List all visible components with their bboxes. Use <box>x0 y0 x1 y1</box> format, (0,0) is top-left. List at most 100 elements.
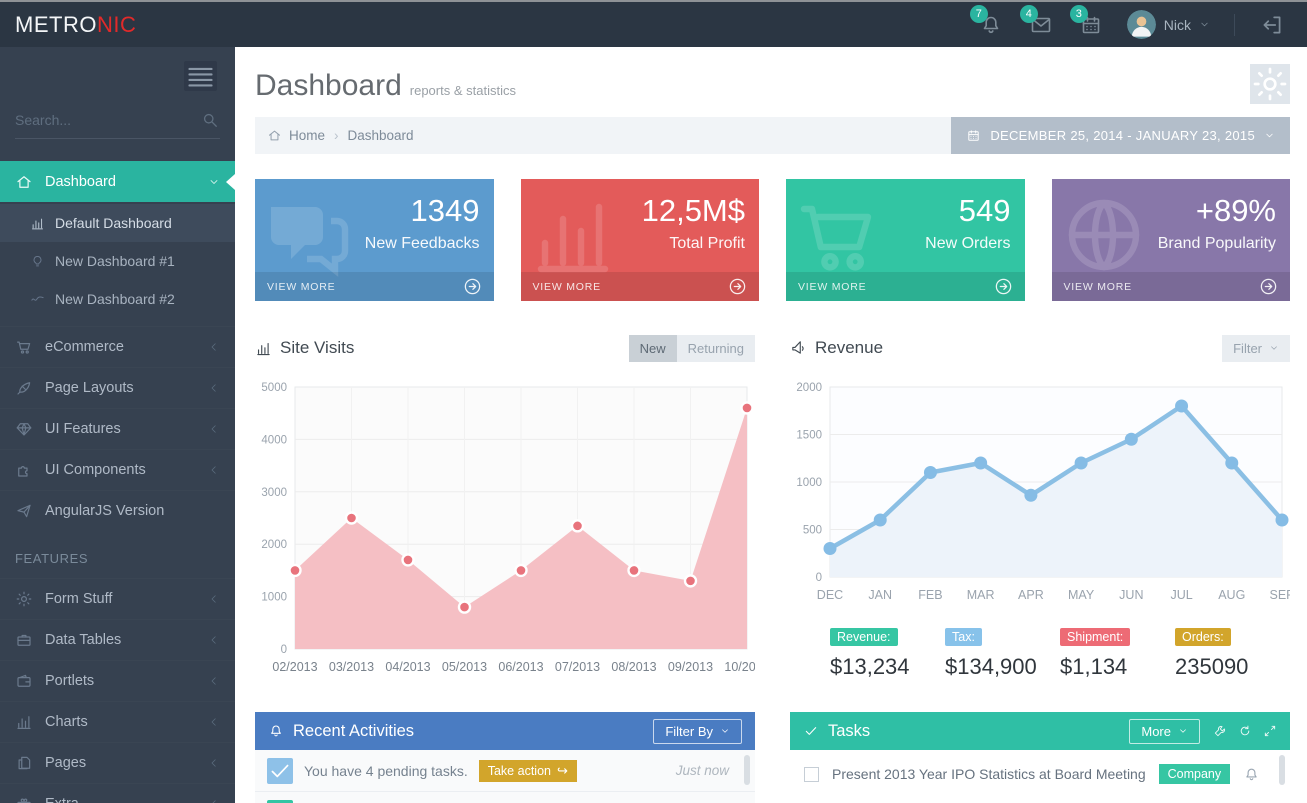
sidebar-toggle-button[interactable] <box>184 61 217 91</box>
stat-tile-total-profit[interactable]: 12,5M$Total ProfitVIEW MORE <box>521 179 760 301</box>
task-category-badge[interactable]: Company <box>1159 764 1231 784</box>
breadcrumb-current: Dashboard <box>348 128 414 143</box>
sidebar-subitem-default-dashboard[interactable]: Default Dashboard <box>0 204 235 242</box>
chevron-down-icon <box>720 726 730 736</box>
sidebar-item-pages[interactable]: Pages <box>0 742 235 783</box>
puzzle-icon <box>15 461 33 479</box>
bell-menu-toggle[interactable]: 7 <box>979 13 1003 37</box>
lightbulb-icon <box>30 254 45 269</box>
sidebar-item-angularjs-version[interactable]: AngularJS Version <box>0 490 235 531</box>
more-button[interactable]: More <box>1129 719 1200 744</box>
take-action-badge[interactable]: Take action↪ <box>479 760 577 782</box>
svg-text:04/2013: 04/2013 <box>385 660 430 674</box>
stat-badge: Orders: <box>1175 628 1231 646</box>
sidebar-item-data-tables[interactable]: Data Tables <box>0 619 235 660</box>
svg-text:MAR: MAR <box>967 588 995 602</box>
arrow-right-circle-icon <box>1259 277 1278 296</box>
activity-row[interactable] <box>255 792 755 803</box>
sidebar-item-portlets[interactable]: Portlets <box>0 660 235 701</box>
filter-by-button[interactable]: Filter By <box>653 719 742 744</box>
user-name: Nick <box>1164 17 1191 33</box>
trend-icon <box>30 292 45 307</box>
tab-returning[interactable]: Returning <box>677 335 755 362</box>
sidebar-item-ui-components[interactable]: UI Components <box>0 449 235 490</box>
page-subtitle: reports & statistics <box>410 83 516 98</box>
calendar-menu-toggle[interactable]: 3 <box>1079 13 1103 37</box>
sidebar-item-extra[interactable]: Extra <box>0 783 235 803</box>
filter-button[interactable]: Filter <box>1222 335 1290 362</box>
svg-text:AUG: AUG <box>1218 588 1245 602</box>
recent-activities-title: Recent Activities <box>293 722 414 741</box>
logo[interactable]: METRONIC <box>0 12 235 38</box>
view-more-link[interactable]: VIEW MORE <box>1052 272 1291 301</box>
task-checkbox[interactable] <box>804 767 819 782</box>
chevron-left-icon <box>208 423 220 435</box>
stat-tile-brand-popularity[interactable]: +89%Brand PopularityVIEW MORE <box>1052 179 1291 301</box>
rocket-icon <box>15 379 33 397</box>
sidebar-item-ecommerce[interactable]: eCommerce <box>0 326 235 367</box>
wrench-icon[interactable] <box>1213 724 1227 738</box>
refresh-icon[interactable] <box>1238 724 1252 738</box>
revenue-header: Revenue Filter <box>790 331 1290 365</box>
chevron-left-icon <box>208 382 220 394</box>
stat-tile-new-orders[interactable]: 549New OrdersVIEW MORE <box>786 179 1025 301</box>
envelope-menu-toggle[interactable]: 4 <box>1029 13 1053 37</box>
notification-badge: 3 <box>1070 5 1088 23</box>
stat-amount: $134,900 <box>945 654 1060 680</box>
tasks-header: Tasks More <box>790 712 1290 750</box>
filter-button-label: Filter <box>1233 341 1262 356</box>
activity-row[interactable]: You have 4 pending tasks.Take action↪Jus… <box>255 750 755 792</box>
stat-badge: Tax: <box>945 628 982 646</box>
portlet-tools <box>1213 724 1277 738</box>
svg-text:1500: 1500 <box>796 430 822 442</box>
bar-chart-icon <box>30 216 45 231</box>
sidebar: DashboardDefault DashboardNew Dashboard … <box>0 47 235 803</box>
breadcrumb-home-link[interactable]: Home <box>289 128 325 143</box>
revenue-stat-orders: Orders:235090 <box>1175 628 1290 680</box>
user-menu[interactable]: Nick <box>1127 10 1210 39</box>
stat-value: +89% <box>1196 193 1276 229</box>
view-more-link[interactable]: VIEW MORE <box>521 272 760 301</box>
recent-activities-header: Recent Activities Filter By <box>255 712 755 750</box>
revenue-title: Revenue <box>815 338 883 358</box>
stat-tile-new-feedbacks[interactable]: 1349New FeedbacksVIEW MORE <box>255 179 494 301</box>
sidebar-submenu: Default DashboardNew Dashboard #1New Das… <box>0 202 235 326</box>
view-more-link[interactable]: VIEW MORE <box>255 272 494 301</box>
sidebar-heading-features: FEATURES <box>0 531 235 578</box>
svg-text:SEP: SEP <box>1269 588 1290 602</box>
svg-text:APR: APR <box>1018 588 1044 602</box>
svg-text:06/2013: 06/2013 <box>498 660 543 674</box>
stat-amount: $1,134 <box>1060 654 1175 680</box>
top-bar: METRONIC 743 Nick <box>0 2 1307 47</box>
megaphone-icon <box>790 340 807 357</box>
sidebar-item-ui-features[interactable]: UI Features <box>0 408 235 449</box>
stat-label: New Feedbacks <box>365 235 480 253</box>
list-scrollbar[interactable] <box>1279 755 1285 785</box>
search-button[interactable] <box>200 110 220 130</box>
sidebar-subitem-new-dashboard-2[interactable]: New Dashboard #2 <box>0 280 235 318</box>
charts-row: Site Visits NewReturning 010002000300040… <box>255 331 1290 684</box>
list-scrollbar[interactable] <box>744 755 750 785</box>
svg-text:2000: 2000 <box>796 382 822 394</box>
settings-button[interactable] <box>1250 64 1290 104</box>
sidebar-subitem-new-dashboard-1[interactable]: New Dashboard #1 <box>0 242 235 280</box>
briefcase-icon <box>15 631 33 649</box>
date-range-picker[interactable]: DECEMBER 25, 2014 - JANUARY 23, 2015 <box>951 117 1290 154</box>
task-row[interactable]: Present 2013 Year IPO Statistics at Boar… <box>790 750 1290 798</box>
sidebar-item-dashboard[interactable]: Dashboard <box>0 161 235 202</box>
home-icon <box>15 173 33 191</box>
revenue-portlet: Revenue Filter 0500100015002000DECJANFEB… <box>790 331 1290 684</box>
logout-button[interactable] <box>1259 12 1285 38</box>
sidebar-item-form-stuff[interactable]: Form Stuff <box>0 578 235 619</box>
expand-icon[interactable] <box>1263 724 1277 738</box>
sidebar-item-charts[interactable]: Charts <box>0 701 235 742</box>
page-title: Dashboardreports & statistics <box>255 69 1290 103</box>
more-button-label: More <box>1141 724 1171 739</box>
sidebar-item-page-layouts[interactable]: Page Layouts <box>0 367 235 408</box>
tab-new[interactable]: New <box>629 335 677 362</box>
gear-icon <box>15 590 33 608</box>
view-more-link[interactable]: VIEW MORE <box>786 272 1025 301</box>
active-arrow <box>226 174 235 190</box>
stat-badge: Shipment: <box>1060 628 1130 646</box>
search-input[interactable] <box>15 112 200 128</box>
